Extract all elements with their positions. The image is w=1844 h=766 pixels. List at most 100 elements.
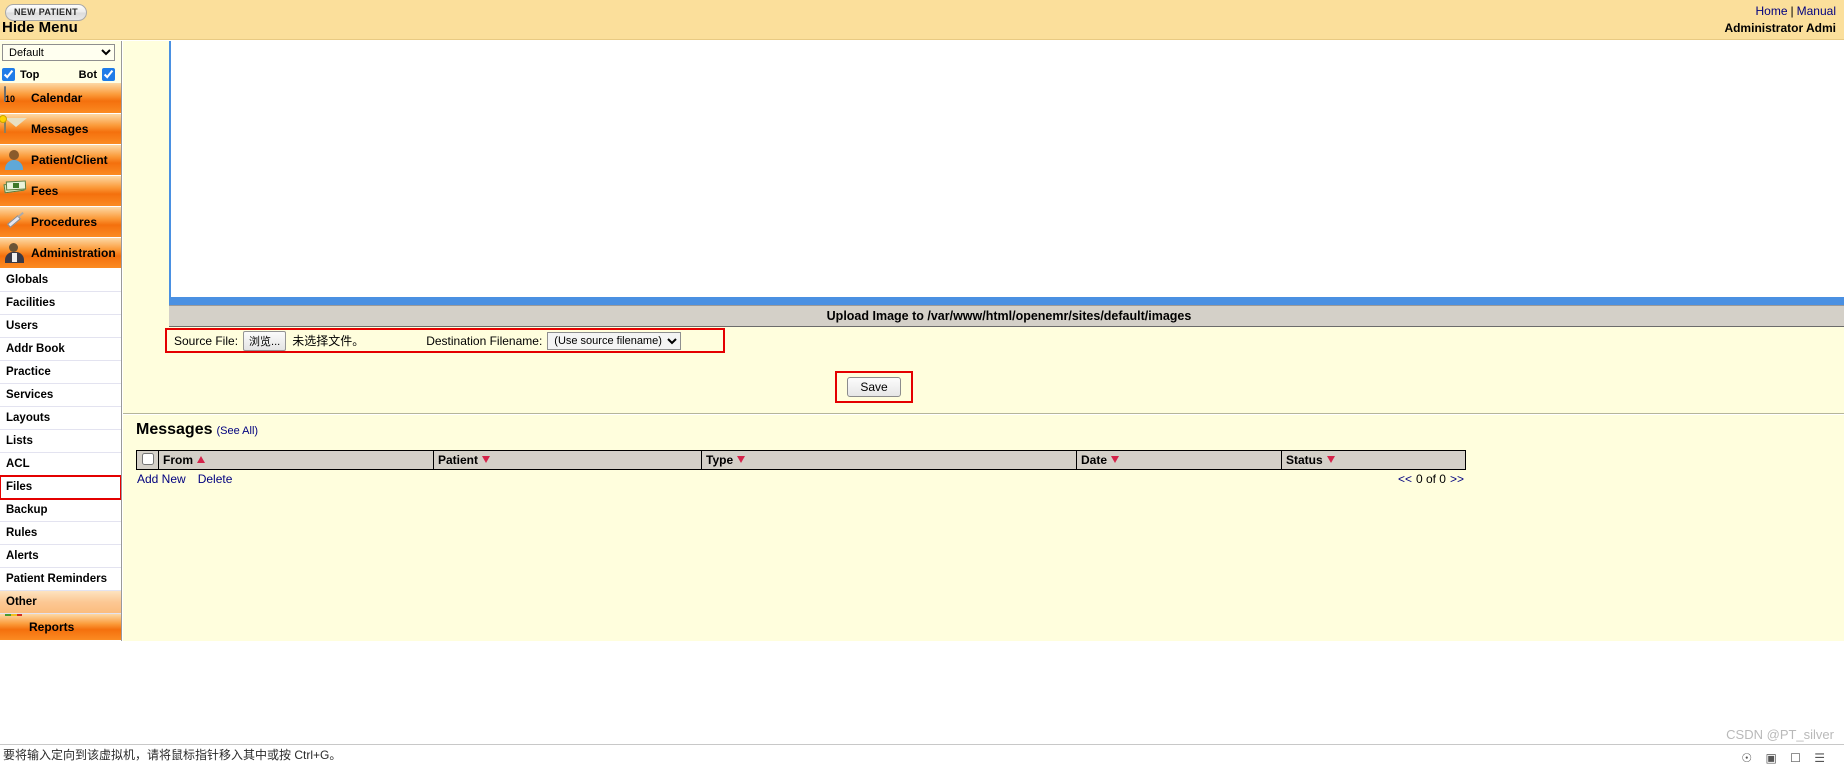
header-label-type: Type	[706, 453, 734, 467]
sidebar-item-patient-client[interactable]: Patient/Client	[0, 145, 121, 176]
sidebar-label-fees: Fees	[31, 184, 59, 198]
sidebar-label-procedures: Procedures	[31, 215, 98, 229]
sidebar-label-administration: Administration	[31, 246, 116, 260]
sort-arrow-up-icon	[197, 456, 205, 463]
hide-menu-toggle[interactable]: Hide Menu	[2, 19, 78, 36]
left-sidebar: Default Top Bot 10 Calendar Messages	[0, 41, 122, 641]
sidebar-label-messages: Messages	[31, 122, 89, 136]
admin-person-icon	[4, 242, 26, 264]
sidebar-item-calendar[interactable]: 10 Calendar	[0, 83, 121, 114]
sidebar-label-calendar: Calendar	[31, 91, 83, 105]
sidebar-item-procedures[interactable]: Procedures	[0, 207, 121, 238]
sidebar-item-rules[interactable]: Rules	[0, 522, 121, 545]
watermark-text: CSDN @PT_silver	[1726, 727, 1834, 742]
add-new-link[interactable]: Add New	[137, 472, 186, 486]
column-header-from[interactable]: From	[158, 450, 434, 470]
column-header-status[interactable]: Status	[1281, 450, 1466, 470]
sidebar-item-services[interactable]: Services	[0, 384, 121, 407]
top-header-bar: NEW PATIENT Hide Menu Home | Manual Admini…	[0, 0, 1844, 40]
header-label-status: Status	[1286, 453, 1323, 467]
sidebar-label-facilities: Facilities	[6, 297, 56, 309]
envelope-icon	[0, 115, 26, 140]
manual-link[interactable]: Manual	[1797, 4, 1836, 18]
main-content-area: Upload Image to /var/www/html/openemr/si…	[123, 41, 1844, 641]
sidebar-label-rules: Rules	[6, 527, 38, 539]
image-editor-pane[interactable]	[169, 41, 1844, 299]
sidebar-item-addr-book[interactable]: Addr Book	[0, 338, 121, 361]
top-label: Top	[20, 68, 40, 81]
sidebar-label-users: Users	[6, 320, 38, 332]
delete-link[interactable]: Delete	[198, 472, 233, 486]
sort-arrow-down-icon	[482, 456, 491, 463]
syringe-icon	[4, 211, 26, 233]
top-right-links: Home | Manual	[1756, 4, 1837, 18]
top-bot-checkbox-row: Top Bot	[0, 65, 121, 83]
sidebar-item-facilities[interactable]: Facilities	[0, 292, 121, 315]
sort-arrow-down-icon	[737, 456, 746, 463]
sidebar-item-acl[interactable]: ACL	[0, 453, 121, 476]
sidebar-item-fees[interactable]: Fees	[0, 176, 121, 207]
no-file-selected-text: 未选择文件。	[292, 334, 365, 348]
upload-banner: Upload Image to /var/www/html/openemr/si…	[169, 305, 1844, 327]
person-icon	[4, 149, 26, 171]
messages-title-text: Messages	[136, 421, 213, 438]
messages-section-title: Messages (See All)	[136, 421, 258, 439]
column-header-patient[interactable]: Patient	[433, 450, 702, 470]
messages-table-head: From Patient Type Date Status	[136, 450, 1466, 470]
sidebar-label-patient-reminders: Patient Reminders	[6, 573, 107, 585]
bot-checkbox[interactable]	[102, 68, 115, 81]
bot-label: Bot	[78, 68, 97, 81]
sort-arrow-down-icon	[1326, 456, 1335, 463]
browse-button[interactable]: 浏览...	[243, 330, 287, 351]
select-all-checkbox[interactable]	[141, 452, 154, 465]
pager-count-text: 0 of 0	[1415, 472, 1446, 486]
sidebar-item-alerts[interactable]: Alerts	[0, 545, 121, 568]
pager-prev-button[interactable]: <<	[1394, 472, 1416, 486]
header-label-patient: Patient	[438, 453, 479, 467]
pager-next-button[interactable]: >>	[1446, 472, 1468, 486]
current-user-label: Administrator Admi	[1724, 21, 1836, 35]
sidebar-item-backup[interactable]: Backup	[0, 499, 121, 522]
sidebar-label-lists: Lists	[6, 435, 33, 447]
top-checkbox[interactable]	[2, 68, 15, 81]
header-label-date: Date	[1081, 453, 1108, 467]
source-file-label: Source File:	[174, 333, 239, 348]
sidebar-item-messages[interactable]: Messages	[0, 114, 121, 145]
sidebar-item-other[interactable]: Other	[0, 591, 121, 614]
sidebar-label-acl: ACL	[6, 458, 30, 470]
sidebar-label-practice: Practice	[6, 366, 51, 378]
sidebar-label-other: Other	[6, 596, 37, 608]
sidebar-label-services: Services	[6, 389, 54, 401]
upload-form-row: Source File: 浏览... 未选择文件。 Destination Fi…	[165, 328, 725, 353]
link-separator: |	[1790, 4, 1794, 18]
sidebar-item-reports[interactable]: Reports	[0, 614, 121, 640]
theme-select[interactable]: Default	[2, 44, 115, 61]
save-button[interactable]: Save	[847, 377, 901, 397]
column-header-date[interactable]: Date	[1076, 450, 1282, 470]
theme-selector-wrap: Default	[0, 41, 121, 65]
sidebar-label-alerts: Alerts	[6, 550, 39, 562]
sidebar-item-files[interactable]: Files	[0, 475, 121, 500]
system-tray-icons: ☉ ▣ ☐ ☰	[1741, 751, 1830, 765]
sidebar-item-practice[interactable]: Practice	[0, 361, 121, 384]
column-header-type[interactable]: Type	[701, 450, 1077, 470]
home-link[interactable]: Home	[1756, 4, 1788, 18]
reports-chart-icon	[4, 614, 24, 637]
section-divider	[123, 413, 1844, 415]
sidebar-item-patient-reminders[interactable]: Patient Reminders	[0, 568, 121, 591]
sidebar-item-users[interactable]: Users	[0, 315, 121, 338]
sidebar-item-administration[interactable]: Administration	[0, 238, 121, 269]
messages-pagination: << 0 of 0 >>	[1353, 472, 1468, 486]
money-icon	[3, 180, 27, 202]
destination-filename-label: Destination Filename:	[426, 333, 543, 348]
calendar-icon: 10	[4, 86, 26, 109]
sort-arrow-down-icon	[1111, 456, 1120, 463]
see-all-link[interactable]: (See All)	[217, 425, 259, 437]
destination-filename-select[interactable]: (Use source filename)	[547, 331, 682, 350]
header-label-from: From	[163, 453, 193, 467]
sidebar-item-layouts[interactable]: Layouts	[0, 407, 121, 430]
sidebar-item-globals[interactable]: Globals	[0, 269, 121, 292]
sidebar-item-lists[interactable]: Lists	[0, 430, 121, 453]
sidebar-label-reports: Reports	[29, 620, 75, 634]
select-all-header	[136, 450, 159, 470]
